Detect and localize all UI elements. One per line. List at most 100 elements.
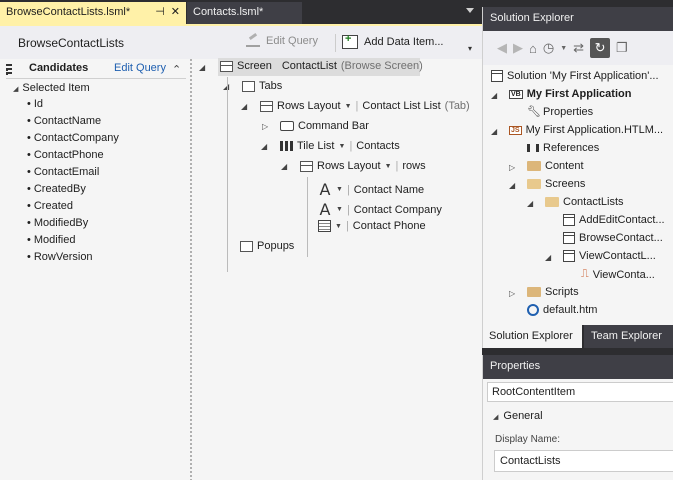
display-name-field[interactable]: ContactLists <box>494 450 673 472</box>
project-node[interactable]: VB My First Application <box>509 88 631 100</box>
collapse-triangle-icon[interactable]: ◢ <box>281 162 287 171</box>
collapse-all-icon[interactable]: ❐ <box>616 40 628 56</box>
properties-object-selector[interactable]: RootContentItem <box>487 382 673 402</box>
collapse-triangle-icon[interactable]: ◢ <box>509 181 515 190</box>
node-label: ContactLists <box>563 196 624 208</box>
collapse-triangle-icon[interactable]: ◢ <box>491 91 497 100</box>
expand-triangle-icon: ◢ <box>13 86 19 93</box>
history-icon[interactable]: ◷ <box>543 40 554 56</box>
tab-team-explorer[interactable]: Team Explorer <box>584 325 673 348</box>
field-item[interactable]: Id <box>27 98 43 110</box>
js-project-icon: JS <box>509 125 522 135</box>
field-item[interactable]: Modified <box>27 234 76 246</box>
home-icon[interactable]: ⌂ <box>529 41 537 56</box>
collapse-triangle-icon[interactable]: ◢ <box>241 102 247 111</box>
html-project-node[interactable]: JS My First Application.HTLM... <box>509 124 663 136</box>
command-bar-icon <box>280 121 294 131</box>
references-icon <box>527 144 539 152</box>
back-icon[interactable]: ◀ <box>497 40 507 56</box>
document-tab-strip: BrowseContactLists.lsml* ⊣ ✕ Contacts.ls… <box>0 0 482 24</box>
field-item[interactable]: ContactEmail <box>27 166 99 178</box>
dropdown-arrow-icon[interactable]: ▼ <box>385 163 392 170</box>
references-node[interactable]: References <box>527 142 599 154</box>
tree-node-rows-layout[interactable]: Rows Layout ▼ | Contact List List (Tab) <box>260 100 470 112</box>
field-item[interactable]: ModifiedBy <box>27 217 88 229</box>
tree-node-rows-layout-inner[interactable]: Rows Layout ▼ | rows <box>300 160 426 172</box>
tab-contacts[interactable]: Contacts.lsml* <box>187 2 302 24</box>
rows-layout-icon <box>260 100 273 112</box>
node-name: rows <box>402 160 426 172</box>
collapse-triangle-icon[interactable]: ◢ <box>261 142 267 151</box>
edit-query-button[interactable]: Edit Query <box>246 35 318 47</box>
close-icon[interactable]: ✕ <box>171 5 180 18</box>
dropdown-arrow-icon[interactable]: ▼ <box>336 186 343 193</box>
folder-icon <box>527 161 541 171</box>
contactlists-folder-node[interactable]: ContactLists <box>545 196 624 208</box>
collapse-triangle-icon[interactable]: ◢ <box>545 253 551 262</box>
solution-tree: Solution 'My First Application'... ◢ VB … <box>483 65 673 325</box>
popups-icon <box>240 240 253 252</box>
collapse-caret-icon[interactable]: ⌃ <box>172 63 181 76</box>
solution-node[interactable]: Solution 'My First Application'... <box>491 70 659 82</box>
solution-icon <box>491 70 503 82</box>
field-item[interactable]: RowVersion <box>27 251 93 263</box>
field-item[interactable]: Created <box>27 200 73 212</box>
tree-node-contact-name[interactable]: A ▼ | Contact Name <box>318 180 425 199</box>
screens-folder-node[interactable]: Screens <box>527 178 585 190</box>
field-item[interactable]: ContactPhone <box>27 149 104 161</box>
dropdown-arrow-icon[interactable]: ▼ <box>335 223 342 230</box>
candidates-header: Candidates Edit Query ⌃ <box>6 62 190 78</box>
tree-node-contact-phone[interactable]: ▼ | Contact Phone <box>318 220 426 232</box>
tree-node-tile-list[interactable]: Tile List ▼ | Contacts <box>280 140 400 152</box>
general-section[interactable]: ◢ General <box>493 410 543 422</box>
node-label: Tile List <box>297 140 335 152</box>
tab-browse-contact-lists[interactable]: BrowseContactLists.lsml* ⊣ ✕ <box>0 2 186 24</box>
field-item[interactable]: CreatedBy <box>27 183 86 195</box>
pin-icon[interactable]: ⊣ <box>155 5 165 18</box>
tree-node-contact-company[interactable]: A ▼ | Contact Company <box>318 200 442 219</box>
wrench-icon: 🔧︎ <box>527 106 541 118</box>
tree-node-tabs[interactable]: Tabs <box>242 80 282 92</box>
dropdown-arrow-icon[interactable]: ▼ <box>560 45 567 52</box>
view-js-node[interactable]: ⎍ ViewConta... <box>581 268 655 281</box>
tree-node-screen[interactable]: Screen ContactList (Browse Screen) <box>220 60 423 72</box>
add-data-item-button[interactable]: Add Data Item... <box>342 33 443 49</box>
drag-grip-icon[interactable] <box>6 64 12 75</box>
scripts-folder-node[interactable]: Scripts <box>527 286 579 298</box>
field-item[interactable]: ContactCompany <box>27 132 119 144</box>
node-label: Contact Name <box>353 183 425 196</box>
tab-overflow-dropdown-icon[interactable] <box>466 8 474 13</box>
addedit-screen-node[interactable]: AddEditContact... <box>563 214 665 226</box>
selected-item-node[interactable]: ◢ Selected Item <box>13 82 90 94</box>
default-htm-node[interactable]: default.htm <box>527 304 597 316</box>
section-label: General <box>503 410 543 422</box>
collapse-triangle-icon[interactable]: ◢ <box>491 127 497 136</box>
tree-node-command-bar[interactable]: Command Bar <box>280 120 369 132</box>
collapse-triangle-icon[interactable]: ◢ <box>527 199 533 208</box>
separator: | <box>345 220 349 232</box>
forward-icon[interactable]: ▶ <box>513 40 523 56</box>
refresh-icon[interactable]: ↻ <box>590 38 611 58</box>
tree-node-popups[interactable]: Popups <box>240 240 294 252</box>
dropdown-arrow-icon[interactable]: ▼ <box>345 103 352 110</box>
field-item[interactable]: ContactName <box>27 115 101 127</box>
expand-triangle-icon[interactable]: ▷ <box>509 163 515 172</box>
view-screen-node[interactable]: ViewContactL... <box>563 250 656 262</box>
toolbar-overflow-icon[interactable]: ▾ <box>468 44 472 53</box>
candidates-edit-query-link[interactable]: Edit Query <box>114 62 166 74</box>
screen-file-icon <box>563 214 575 226</box>
node-label: Screen <box>237 60 272 72</box>
properties-node[interactable]: 🔧︎ Properties <box>527 106 593 118</box>
sync-arrows-icon[interactable]: ⇄ <box>573 40 584 56</box>
content-folder-node[interactable]: Content <box>527 160 584 172</box>
tab-solution-explorer[interactable]: Solution Explorer <box>483 325 582 348</box>
browse-screen-node[interactable]: BrowseContact... <box>563 232 663 244</box>
node-label: Screens <box>545 178 586 190</box>
expand-triangle-icon[interactable]: ▷ <box>509 289 515 298</box>
expand-triangle-icon[interactable]: ▷ <box>262 122 268 131</box>
dropdown-arrow-icon[interactable]: ▼ <box>336 206 343 213</box>
dropdown-arrow-icon[interactable]: ▼ <box>339 143 346 150</box>
collapse-triangle-icon[interactable]: ◢ <box>199 63 205 72</box>
node-label: Contact Company <box>353 203 442 216</box>
node-name: Contact List List <box>362 100 441 112</box>
